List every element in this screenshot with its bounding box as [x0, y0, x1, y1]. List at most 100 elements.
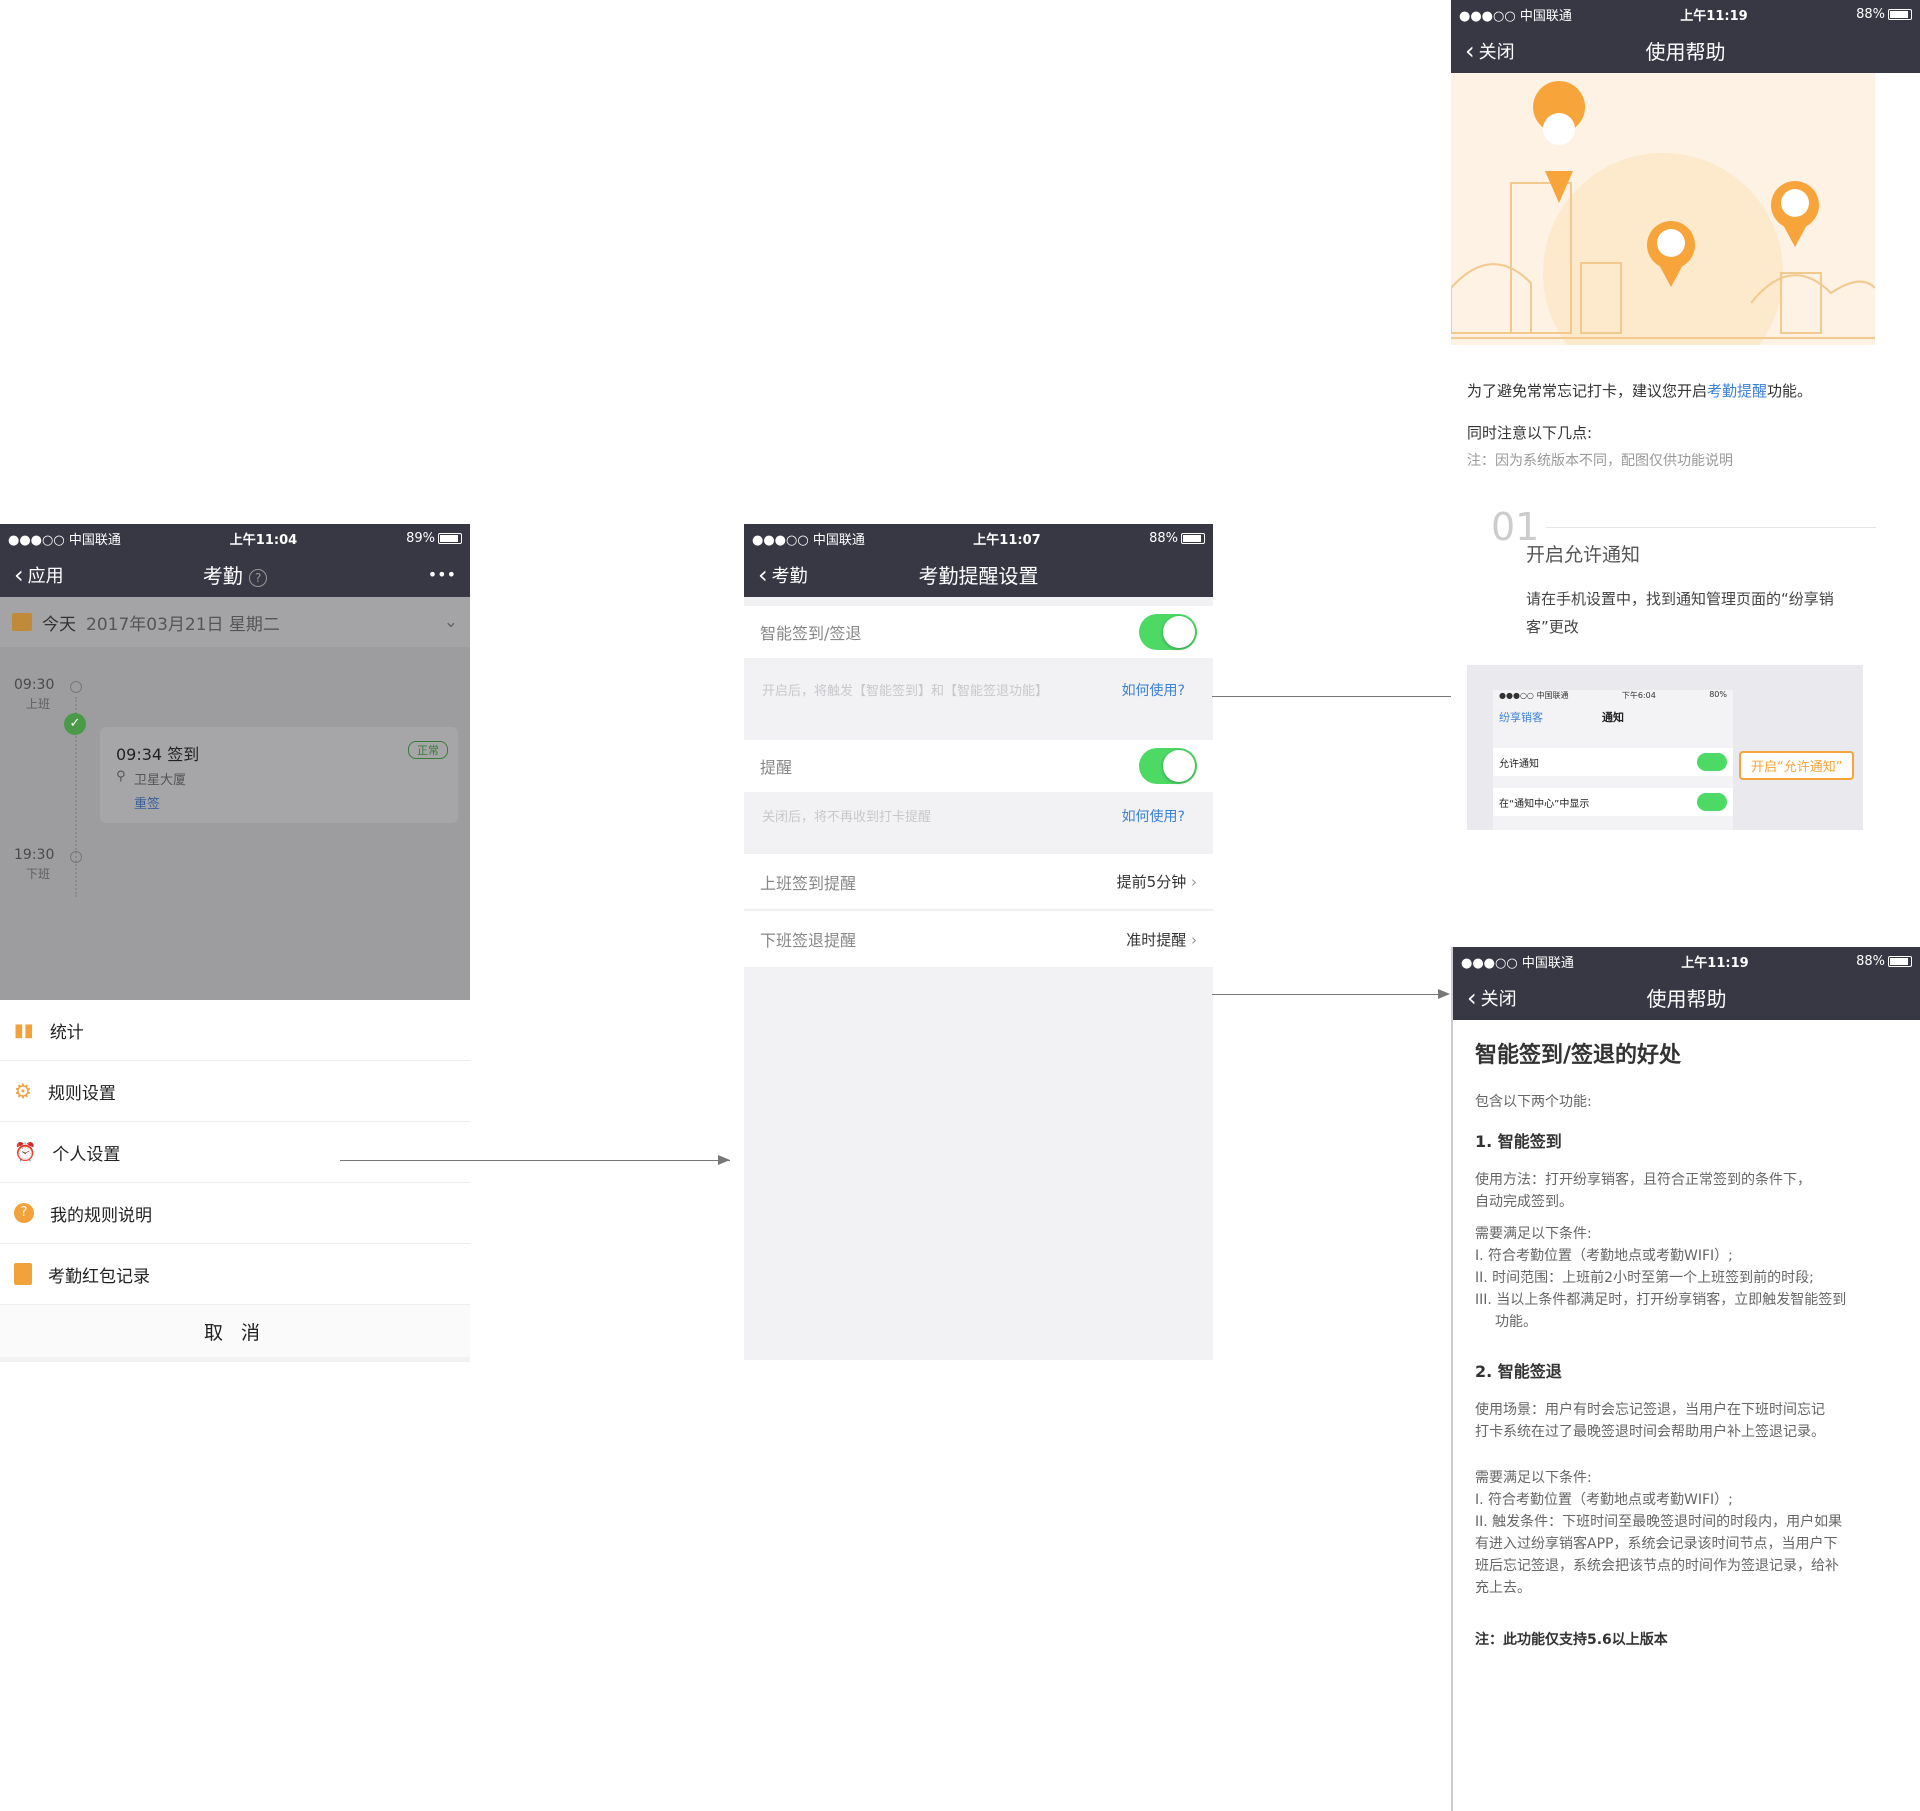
chevron-left-icon: ‹: [14, 560, 24, 589]
step-title: 开启允许通知: [1526, 544, 1641, 566]
chevron-left-icon: ‹: [758, 560, 768, 589]
flow-arrow-icon: [718, 1155, 730, 1165]
condition-line: 有进入过纷享销客APP，系统会记录该时间节点，当用户下: [1475, 1536, 1838, 1552]
mini-batt: 80%: [1709, 690, 1727, 699]
help-circle-icon[interactable]: ?: [249, 568, 268, 587]
section1-usage-line: 使用方法：打开纷享销客，且符合正常签到的条件下，: [1475, 1172, 1811, 1188]
menu-item-statistics[interactable]: ▮▮ 统计: [0, 1000, 470, 1061]
condition-line: I. 符合考勤位置（考勤地点或考勤WIFI）;: [1475, 1492, 1733, 1508]
attendance-reminder-link[interactable]: 考勤提醒: [1707, 382, 1767, 400]
menu-item-personal-settings[interactable]: ⏰ 个人设置: [0, 1122, 470, 1183]
page-title: 考勤 ?: [0, 560, 470, 589]
intro-pre: 为了避免常常忘记打卡，建议您开启: [1467, 382, 1708, 400]
back-button[interactable]: ‹ 应用: [14, 562, 64, 588]
step-description-text: 请在手机设置中，找到通知管理页面的“纷享销客”更改: [1526, 590, 1834, 636]
nav-bar: ‹ 应用 考勤 ? •••: [0, 552, 470, 597]
remind-toggle[interactable]: [1139, 748, 1197, 784]
battery-icon: [438, 532, 462, 544]
action-sheet: ▮▮ 统计 ⚙ 规则设置 ⏰ 个人设置 ? 我的规则说明 考勤红包记录 取 消: [0, 1000, 470, 1357]
chevron-down-icon: ⌄: [443, 612, 458, 632]
record-time-label: 09:34 签到: [116, 745, 200, 764]
mini-row-allow: 允许通知: [1493, 748, 1733, 776]
remind-hint: 关闭后，将不再收到打卡提醒 如何使用?: [744, 796, 1213, 852]
date-bar[interactable]: 今天 2017年03月21日 星期二 ⌄: [0, 597, 470, 647]
close-button[interactable]: ‹ 关闭: [1467, 985, 1517, 1011]
page-title: 使用帮助: [1646, 987, 1727, 1011]
city-illustration-svg: [1451, 81, 1876, 393]
chevron-right-icon: ›: [1191, 930, 1197, 949]
flow-connector-line: [1212, 994, 1446, 995]
mini-row-center: 在“通知中心”中显示: [1493, 788, 1733, 816]
flow-canvas: ●●●○○ 中国联通 上午11:04 89% ‹ 应用 考勤 ? ••• 今天 …: [0, 0, 1920, 1811]
callout: 开启“允许通知”: [1739, 751, 1855, 780]
mini-carrier: ●●●○○ 中国联通: [1499, 691, 1569, 700]
footnote: 注：此功能仅支持5.6以上版本: [1475, 1632, 1668, 1648]
checkout-reminder-row[interactable]: 下班签退提醒 准时提醒 ›: [744, 911, 1213, 967]
bar-chart-icon: ▮▮: [14, 1019, 34, 1041]
checkin-reminder-row[interactable]: 上班签到提醒 提前5分钟 ›: [744, 854, 1213, 910]
question-icon: ?: [14, 1203, 34, 1223]
section2-usage: 使用场景：用户有时会忘记签退，当用户在下班时间忘记 打卡系统在过了最晚签退时间会…: [1475, 1399, 1900, 1443]
status-bar: ●●●○○ 中国联通 上午11:19 88%: [1453, 947, 1920, 975]
check-icon: ✓: [64, 713, 86, 735]
condition-line: I. 符合考勤位置（考勤地点或考勤WIFI）;: [1475, 1248, 1733, 1264]
how-to-use-link[interactable]: 如何使用?: [1122, 806, 1185, 852]
location-pin-icon: ⚲: [116, 769, 126, 784]
checkin-reminder-label: 上班签到提醒: [760, 873, 857, 893]
attendance-screen: ●●●○○ 中国联通 上午11:04 89% ‹ 应用 考勤 ? ••• 今天 …: [0, 524, 470, 1362]
step-description: 请在手机设置中，找到通知管理页面的“纷享销客”更改: [1526, 585, 1866, 641]
cancel-button[interactable]: 取 消: [0, 1305, 470, 1357]
timeline-dot-icon: [70, 681, 82, 693]
section1-usage-line: 自动完成签到。: [1475, 1194, 1573, 1210]
condition-line: II. 时间范围：上班前2小时至第一个上班签到前的时段;: [1475, 1270, 1814, 1286]
chevron-left-icon: ‹: [1465, 36, 1475, 65]
smart-hint-text: 开启后，将触发【智能签到】和【智能签退功能】: [762, 684, 1049, 699]
mini-phone: ●●●○○ 中国联通 下午6:04 80% 纷享销客 通知 允许通知 在“通知中…: [1493, 690, 1733, 830]
battery-percent: 89%: [406, 530, 435, 546]
condition-line: 班后忘记签退，系统会把该节点的时间作为签退记录，给补: [1475, 1558, 1839, 1574]
back-button[interactable]: ‹ 考勤: [758, 562, 808, 588]
menu-item-my-rules[interactable]: ? 我的规则说明: [0, 1183, 470, 1244]
smart-checkin-row: 智能签到/签退: [744, 606, 1213, 658]
flow-connector-line: [1212, 696, 1474, 697]
attendance-record-card[interactable]: 09:34 签到 正常 ⚲ 卫星大厦 重签: [100, 727, 458, 823]
timeline-sub-end: 下班: [26, 867, 51, 881]
section2-usage-line: 打卡系统在过了最晚签退时间会帮助用户补上签退记录。: [1475, 1424, 1825, 1440]
battery-icon: [1181, 532, 1205, 544]
mini-row-label: 允许通知: [1499, 758, 1539, 770]
calendar-icon: [12, 613, 32, 631]
section2-title: 2. 智能签退: [1475, 1362, 1562, 1381]
step-divider: [1546, 527, 1876, 528]
carrier-text: ●●●○○ 中国联通: [1461, 955, 1574, 971]
page-title-text: 考勤: [202, 564, 243, 588]
back-label: 考勤: [771, 565, 808, 587]
nav-bar: ‹ 关闭 使用帮助: [1453, 975, 1920, 1020]
carrier-text: ●●●○○ 中国联通: [8, 532, 121, 548]
red-packet-icon: [14, 1263, 32, 1285]
dimmed-background: 今天 2017年03月21日 星期二 ⌄ 09:30 上班 ✓ 09:34 签到…: [0, 597, 470, 1000]
resign-link[interactable]: 重签: [134, 793, 160, 812]
timeline-time-start: 09:30: [14, 677, 55, 693]
alarm-icon: ⏰: [14, 1141, 37, 1163]
menu-item-label: 统计: [49, 1022, 84, 1043]
close-button[interactable]: ‹ 关闭: [1465, 38, 1515, 64]
condition-line: II. 触发条件：下班时间至最晚签退时间的时段内，用户如果: [1475, 1514, 1843, 1530]
date-text: 2017年03月21日 星期二: [86, 614, 280, 635]
timeline-time-end: 19:30: [14, 847, 55, 863]
help-smart-checkin-screen: ●●●○○ 中国联通 上午11:19 88% ‹ 关闭 使用帮助 智能签到/签退…: [1451, 947, 1920, 1811]
menu-item-label: 考勤红包记录: [48, 1266, 150, 1287]
section1-conditions: 需要满足以下条件: I. 符合考勤位置（考勤地点或考勤WIFI）; II. 时间…: [1475, 1223, 1900, 1333]
intro-text: 为了避免常常忘记打卡，建议您开启考勤提醒功能。: [1467, 380, 1812, 401]
menu-item-red-packet[interactable]: 考勤红包记录: [0, 1244, 470, 1305]
section2-usage-line: 使用场景：用户有时会忘记签退，当用户在下班时间忘记: [1475, 1402, 1825, 1418]
smart-checkin-toggle[interactable]: [1139, 614, 1197, 650]
page-title: 考勤提醒设置: [918, 564, 1039, 588]
how-to-use-link[interactable]: 如何使用?: [1122, 680, 1185, 726]
menu-item-rule-settings[interactable]: ⚙ 规则设置: [0, 1061, 470, 1122]
battery-percent: 88%: [1149, 530, 1178, 546]
help-heading: 智能签到/签退的好处: [1475, 1043, 1682, 1068]
status-time: 上午11:19: [1680, 8, 1748, 24]
more-button[interactable]: •••: [428, 565, 456, 584]
checkout-reminder-value: 准时提醒 ›: [1126, 929, 1197, 950]
help-notification-screen: ●●●○○ 中国联通 上午11:19 88% ‹ 关闭 使用帮助 为了避免常常忘…: [1451, 0, 1920, 830]
